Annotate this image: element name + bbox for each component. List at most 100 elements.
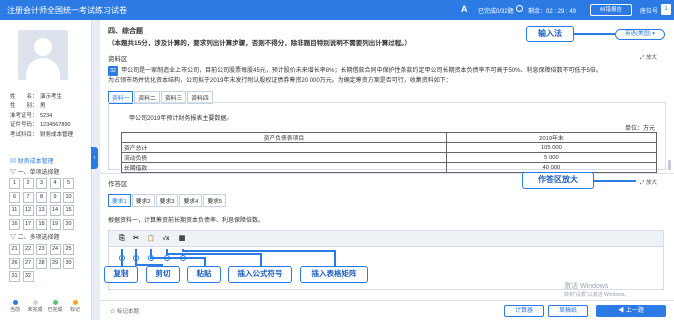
question-nav-cell[interactable]: 7	[22, 191, 34, 203]
tab-requirement-3[interactable]: 要求3	[155, 194, 179, 207]
section1-grid: 1 2 3 4 5 6 7 8 9 10 11 12 13 14 15 16 17 18 19 20	[9, 178, 74, 230]
copy-icon[interactable]: ⎘	[117, 234, 127, 244]
question-nav-cell[interactable]: 2	[22, 178, 34, 189]
info-row: 性 别：男	[10, 103, 46, 110]
paste-icon[interactable]: 📋	[146, 234, 156, 244]
prev-question-button[interactable]: ◀ 上一题	[596, 305, 666, 317]
editor-toolbar: ⎘ ✂ 📋 √x ▦	[109, 231, 663, 247]
table-header: 资产负债表项目	[121, 132, 447, 143]
unfinished-dot-icon	[32, 300, 38, 305]
callout-arrow	[182, 250, 334, 252]
tab-requirement-5[interactable]: 要求5	[203, 194, 227, 207]
question-nav-cell[interactable]: 1	[9, 178, 20, 189]
callout-arrow	[574, 33, 615, 35]
cut-callout: 剪切	[146, 266, 180, 283]
input-method-callout: 输入法	[526, 26, 574, 42]
answer-label: 作答区	[108, 181, 128, 188]
formula-icon[interactable]: √x	[161, 234, 171, 244]
question-nav-cell[interactable]: 5	[63, 178, 74, 189]
table-header-row: 资产负债表项目 2019年末	[121, 132, 658, 143]
table-caption: 甲公司2019年预计财务报表主要数据。	[129, 116, 233, 122]
question-nav-cell[interactable]: 22	[22, 244, 34, 255]
answer-prompt: 根据资料一，计算筹资前长期资本负债率、利息保障倍数。	[108, 218, 265, 224]
legend-item: 标记	[66, 300, 84, 313]
question-nav-cell[interactable]: 23	[36, 244, 47, 255]
finished-dot-icon	[52, 300, 58, 305]
cut-icon[interactable]: ✂	[131, 234, 141, 244]
info-row: 考试科目： 财务成本管理	[10, 131, 74, 138]
question-nav-cell[interactable]: 31	[9, 271, 20, 282]
progress-text: 已完成0/32题	[478, 9, 514, 15]
section2-grid: 21 22 23 24 25 26 27 28 29 30 31 32	[9, 244, 74, 282]
seat-number: 1	[661, 4, 671, 15]
collapse-sidebar-button[interactable]: ‹	[91, 147, 98, 169]
calculator-button[interactable]: 计算器	[504, 305, 544, 317]
material-enlarge-button[interactable]: ⤢ 放大	[640, 53, 657, 62]
question-nav-cell[interactable]: 29	[49, 257, 61, 269]
callout-arrow	[150, 257, 204, 259]
question-nav-cell[interactable]: 3	[36, 178, 47, 189]
table-matrix-icon[interactable]: ▦	[177, 234, 187, 244]
table-cell: 105 000	[445, 142, 658, 153]
question-nav-cell[interactable]: 27	[22, 257, 34, 269]
exam-title: 注册会计师全国统一考试练习试卷	[7, 6, 127, 15]
question-nav-cell[interactable]: 9	[49, 191, 61, 203]
question-nav-cell[interactable]: 28	[36, 257, 47, 269]
question-nav-cell[interactable]: 25	[63, 244, 74, 255]
question-nav-cell[interactable]: 10	[63, 191, 74, 203]
formula-callout: 插入公式符号	[228, 266, 292, 283]
question-nav-cell[interactable]: 4	[49, 178, 61, 189]
question-nav-cell[interactable]: 8	[36, 191, 47, 203]
question-nav-cell[interactable]: 16	[9, 218, 20, 230]
table-cell: 流动负债	[121, 152, 447, 163]
mark-question-button[interactable]: ☆ 标记本题	[110, 307, 139, 315]
callout-arrow	[260, 253, 262, 266]
notes-button[interactable]: 草稿纸	[548, 305, 588, 317]
bottom-bar: ☆ 标记本题 计算器 草稿纸 ◀ 上一题	[100, 300, 674, 320]
info-row: 准考证号： 5234	[10, 112, 53, 119]
question-nav-cell[interactable]: 30	[63, 257, 74, 269]
table-cell: 5 000	[445, 152, 658, 163]
question-stem: 32 甲公司是一家制造业上市公司，目前公司股票每股45元，预计股价未来增长率8%；…	[108, 66, 602, 84]
input-method-button[interactable]: 英语(美国) ▾	[615, 29, 665, 40]
windows-activation-watermark: 激活 Windows 转到"设置"以激活 Windows。	[564, 283, 630, 298]
section1-title[interactable]: ▽ 一、单项选择题	[10, 167, 60, 176]
top-bar: 注册会计师全国统一考试练习试卷 A 已完成0/32题 剩余：02 : 29 : …	[0, 0, 674, 20]
table-row: 流动负债 5 000	[121, 152, 658, 163]
question-nav-cell[interactable]: 15	[63, 205, 74, 216]
report-error-button[interactable]: 纠错报告	[590, 4, 632, 16]
question-nav-cell[interactable]: 32	[22, 271, 34, 282]
section-instructions: （本题共15分，涉及计算的，要求列出计算步骤，否则不得分，除非题目特别说明不需要…	[108, 40, 411, 47]
table-row: 资产总计 105 000	[121, 142, 658, 153]
answer-enlarge-button[interactable]: ⤢ 放大	[640, 178, 657, 187]
question-nav-cell[interactable]: 12	[22, 205, 34, 216]
callout-arrow	[135, 264, 163, 266]
question-nav-cell[interactable]: 19	[49, 218, 61, 230]
font-size-icon[interactable]: A	[461, 4, 468, 14]
timer-text: 剩余：02 : 29 : 49	[528, 9, 577, 15]
material-content: 甲公司2019年预计财务报表主要数据。 单位：万元 资产负债表项目 2019年末…	[108, 102, 666, 173]
tab-requirement-2[interactable]: 要求2	[131, 194, 155, 207]
question-nav-cell[interactable]: 21	[9, 244, 20, 255]
question-nav-cell[interactable]: 13	[36, 205, 47, 216]
question-nav-cell[interactable]: 14	[49, 205, 61, 216]
question-nav-cell[interactable]: 17	[22, 218, 34, 230]
question-number: 32	[108, 66, 119, 76]
callout-arrow	[594, 180, 636, 182]
tab-requirement-1[interactable]: 要求1	[108, 194, 131, 207]
question-nav-cell[interactable]: 18	[36, 218, 47, 230]
question-nav-cell[interactable]: 26	[9, 257, 20, 269]
section2-title[interactable]: ▽ 二、多项选择题	[10, 232, 60, 241]
material-scrollbar[interactable]	[668, 160, 671, 170]
question-nav-cell[interactable]: 11	[9, 205, 20, 216]
subject-title: ▤ 财务成本管理	[10, 159, 54, 165]
clock-icon	[516, 5, 523, 12]
avatar-head-icon	[34, 38, 52, 56]
tab-requirement-4[interactable]: 要求4	[179, 194, 203, 207]
requirement-tabs: 要求1 要求2 要求3 要求4 要求5	[108, 194, 227, 207]
question-nav-cell[interactable]: 24	[49, 244, 61, 255]
legend-item: 未完成	[26, 300, 44, 313]
question-nav-cell[interactable]: 6	[9, 191, 20, 203]
marked-dot-icon	[72, 300, 78, 305]
question-nav-cell[interactable]: 20	[63, 218, 74, 230]
